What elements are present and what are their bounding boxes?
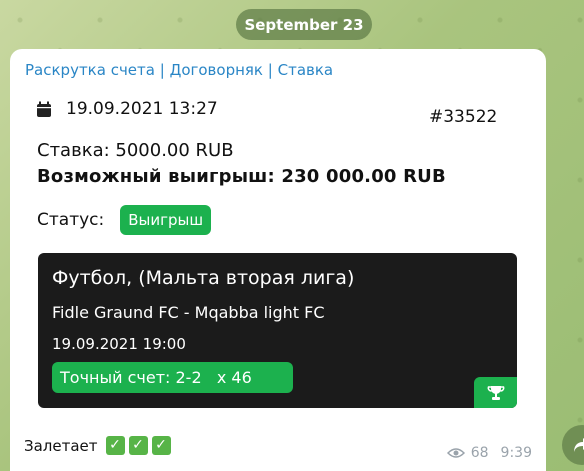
status-label: Статус: bbox=[37, 210, 105, 230]
hashtag-links: Раскрутка счета | Договорняк | Ставка bbox=[25, 61, 333, 79]
date-pill: September 23 bbox=[236, 9, 372, 40]
match-time: 19.09.2021 19:00 bbox=[52, 335, 186, 353]
check-mark-icon: ✓ bbox=[128, 436, 148, 455]
check-mark-icon: ✓ bbox=[105, 436, 125, 455]
bet-datetime: 19.09.2021 13:27 bbox=[66, 99, 218, 119]
bet-datetime-row: 19.09.2021 13:27 bbox=[36, 99, 218, 119]
calendar-icon bbox=[37, 101, 51, 117]
status-badge: Выигрыш bbox=[120, 205, 212, 235]
trophy-icon bbox=[487, 385, 504, 400]
link-separator: | bbox=[267, 61, 273, 79]
check-mark-icon: ✓ bbox=[151, 436, 171, 455]
bet-card: Футбол, (Мальта вторая лига) Fidle Graun… bbox=[38, 253, 517, 408]
message-caption: Залетает ✓ ✓ ✓ bbox=[24, 436, 171, 455]
ticket-id: #33522 bbox=[429, 107, 498, 127]
view-count: 68 bbox=[470, 445, 489, 461]
message-bubble: Раскрутка счета | Договорняк | Ставка 19… bbox=[10, 49, 546, 471]
bet-outcome: Точный счет: 2-2 x 46 bbox=[52, 362, 293, 393]
eye-icon bbox=[446, 448, 465, 458]
message-time: 9:39 bbox=[500, 445, 532, 461]
bet-sport: Футбол, (Мальта вторая лига) bbox=[52, 267, 355, 289]
link-raskrutka[interactable]: Раскрутка счета bbox=[25, 61, 155, 79]
link-dogovornyak[interactable]: Договорняк bbox=[170, 61, 263, 79]
stake-amount: Ставка: 5000.00 RUB bbox=[37, 140, 234, 161]
link-separator: | bbox=[159, 61, 165, 79]
trophy-badge bbox=[474, 377, 517, 408]
bet-teams: Fidle Graund FC - Mqabba light FC bbox=[52, 303, 325, 322]
caption-text: Залетает bbox=[24, 436, 98, 455]
message-meta: 68 9:39 bbox=[446, 445, 532, 461]
share-icon bbox=[574, 438, 584, 452]
possible-win: Возможный выигрыш: 230 000.00 RUB bbox=[37, 166, 446, 187]
link-stavka[interactable]: Ставка bbox=[278, 61, 334, 79]
status-row: Статус: Выигрыш bbox=[37, 205, 212, 235]
